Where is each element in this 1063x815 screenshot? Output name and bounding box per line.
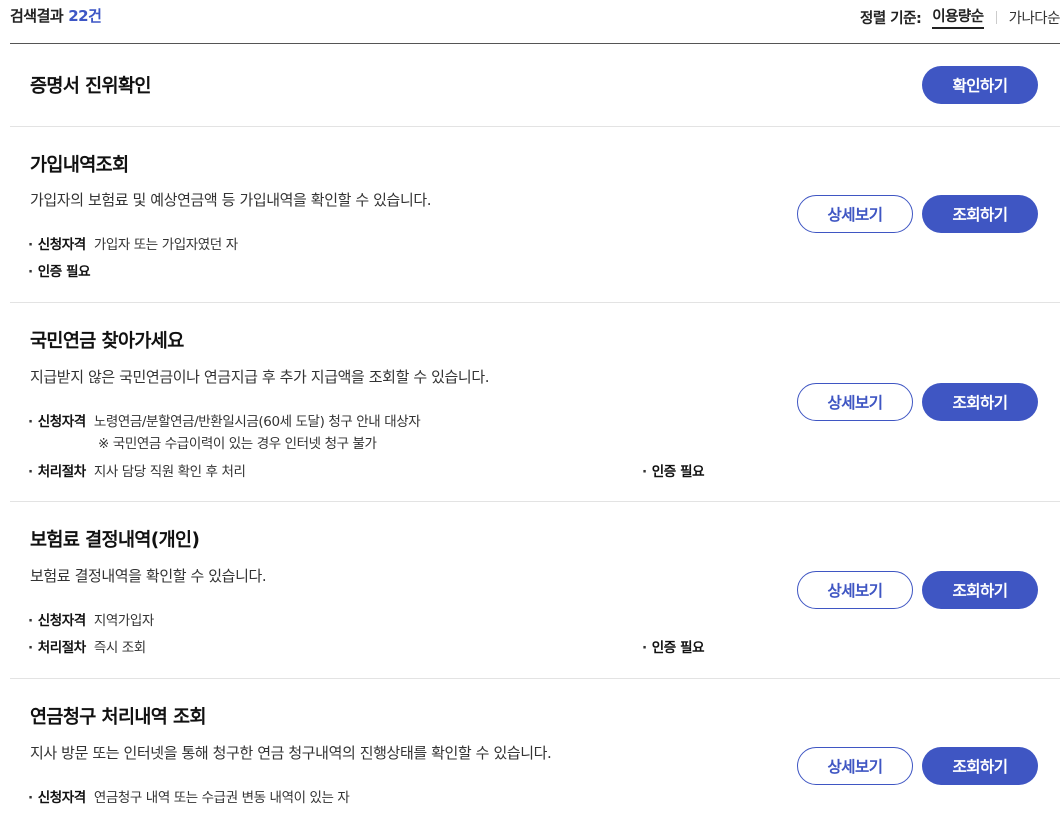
bullet: ·	[28, 613, 33, 629]
service-item-certificate-verification: 증명서 진위확인 확인하기	[10, 44, 1060, 127]
bullet: ·	[28, 790, 33, 806]
auth-required: 인증 필요	[651, 640, 705, 656]
auth-row: · 인증 필요	[28, 260, 98, 280]
inquiry-button[interactable]: 조회하기	[922, 747, 1038, 785]
sort-options: 정렬 기준: 이용량순 가나다순	[860, 5, 1061, 29]
item-title: 국민연금 찾아가세요	[30, 331, 184, 352]
eligibility-key: 신청자격	[37, 414, 86, 430]
detail-button[interactable]: 상세보기	[797, 195, 913, 233]
result-count-number: 22건	[68, 7, 102, 25]
bullet: ·	[28, 237, 33, 253]
bullet: ·	[28, 640, 33, 656]
item-description: 보험료 결정내역을 확인할 수 있습니다.	[30, 567, 267, 585]
eligibility-row: · 신청자격 가입자 또는 가입자였던 자	[28, 233, 238, 253]
service-list: 증명서 진위확인 확인하기 가입내역조회 가입자의 보험료 및 예상연금액 등 …	[10, 43, 1060, 815]
result-count: 검색결과 22건	[10, 5, 102, 26]
eligibility-note: ※ 국민연금 수급이력이 있는 경우 인터넷 청구 불가	[98, 436, 377, 452]
item-title: 연금청구 처리내역 조회	[30, 707, 206, 728]
item-description: 지급받지 않은 국민연금이나 연금지급 후 추가 지급액을 조회할 수 있습니다…	[30, 368, 490, 386]
process-row: · 처리절차 즉시 조회	[28, 636, 146, 656]
sort-divider	[995, 10, 997, 24]
detail-button[interactable]: 상세보기	[797, 571, 913, 609]
eligibility-row: · 신청자격 노령연금/분할연금/반환일시금(60세 도달) 청구 안내 대상자 ※…	[28, 410, 421, 452]
item-title: 가입내역조회	[30, 155, 129, 176]
service-item-find-pension: 국민연금 찾아가세요 지급받지 않은 국민연금이나 연금지급 후 추가 지급액을…	[10, 303, 1060, 502]
inquiry-button[interactable]: 조회하기	[922, 571, 1038, 609]
bullet: ·	[642, 640, 647, 656]
service-item-enrollment-history: 가입내역조회 가입자의 보험료 및 예상연금액 등 가입내역을 확인할 수 있습…	[10, 127, 1060, 303]
eligibility-key: 신청자격	[37, 613, 86, 629]
sort-label: 정렬 기준:	[860, 10, 922, 27]
inquiry-button[interactable]: 조회하기	[922, 383, 1038, 421]
auth-row: · 인증 필요	[642, 460, 712, 480]
item-description: 지사 방문 또는 인터넷을 통해 청구한 연금 청구내역의 진행상태를 확인할 …	[30, 744, 552, 762]
result-count-label: 검색결과	[10, 7, 64, 25]
service-item-premium-decision: 보험료 결정내역(개인) 보험료 결정내역을 확인할 수 있습니다. · 신청자격…	[10, 502, 1060, 679]
process-row: · 처리절차 지사 담당 직원 확인 후 처리	[28, 460, 246, 480]
auth-required: 인증 필요	[651, 464, 705, 480]
detail-button[interactable]: 상세보기	[797, 383, 913, 421]
detail-button[interactable]: 상세보기	[797, 747, 913, 785]
auth-row: · 인증 필요	[642, 636, 712, 656]
bullet: ·	[642, 464, 647, 480]
sort-by-usage[interactable]: 이용량순	[932, 5, 984, 29]
bullet: ·	[28, 414, 33, 430]
eligibility-key: 신청자격	[37, 790, 86, 806]
bullet: ·	[28, 264, 33, 280]
bullet: ·	[28, 464, 33, 480]
inquiry-button[interactable]: 조회하기	[922, 195, 1038, 233]
process-key: 처리절차	[37, 640, 86, 656]
process-key: 처리절차	[37, 464, 86, 480]
process-value: 지사 담당 직원 확인 후 처리	[93, 464, 246, 480]
process-value: 즉시 조회	[93, 640, 146, 656]
results-header: 검색결과 22건 정렬 기준: 이용량순 가나다순	[10, 0, 1061, 30]
eligibility-value: 노령연금/분할연금/반환일시금(60세 도달) 청구 안내 대상자	[93, 414, 421, 430]
sort-by-alphabetical[interactable]: 가나다순	[1009, 7, 1061, 28]
item-title: 증명서 진위확인	[30, 76, 151, 97]
eligibility-key: 신청자격	[37, 237, 86, 253]
eligibility-value: 연금청구 내역 또는 수급권 변동 내역이 있는 자	[93, 790, 350, 806]
item-title: 보험료 결정내역(개인)	[30, 530, 200, 551]
eligibility-row: · 신청자격 지역가입자	[28, 609, 154, 629]
eligibility-value: 가입자 또는 가입자였던 자	[93, 237, 238, 253]
eligibility-row: · 신청자격 연금청구 내역 또는 수급권 변동 내역이 있는 자	[28, 786, 350, 806]
item-description: 가입자의 보험료 및 예상연금액 등 가입내역을 확인할 수 있습니다.	[30, 191, 432, 209]
confirm-button[interactable]: 확인하기	[922, 66, 1038, 104]
service-item-claim-status: 연금청구 처리내역 조회 지사 방문 또는 인터넷을 통해 청구한 연금 청구내…	[10, 679, 1060, 815]
auth-required: 인증 필요	[37, 264, 91, 280]
eligibility-value: 지역가입자	[93, 613, 155, 629]
